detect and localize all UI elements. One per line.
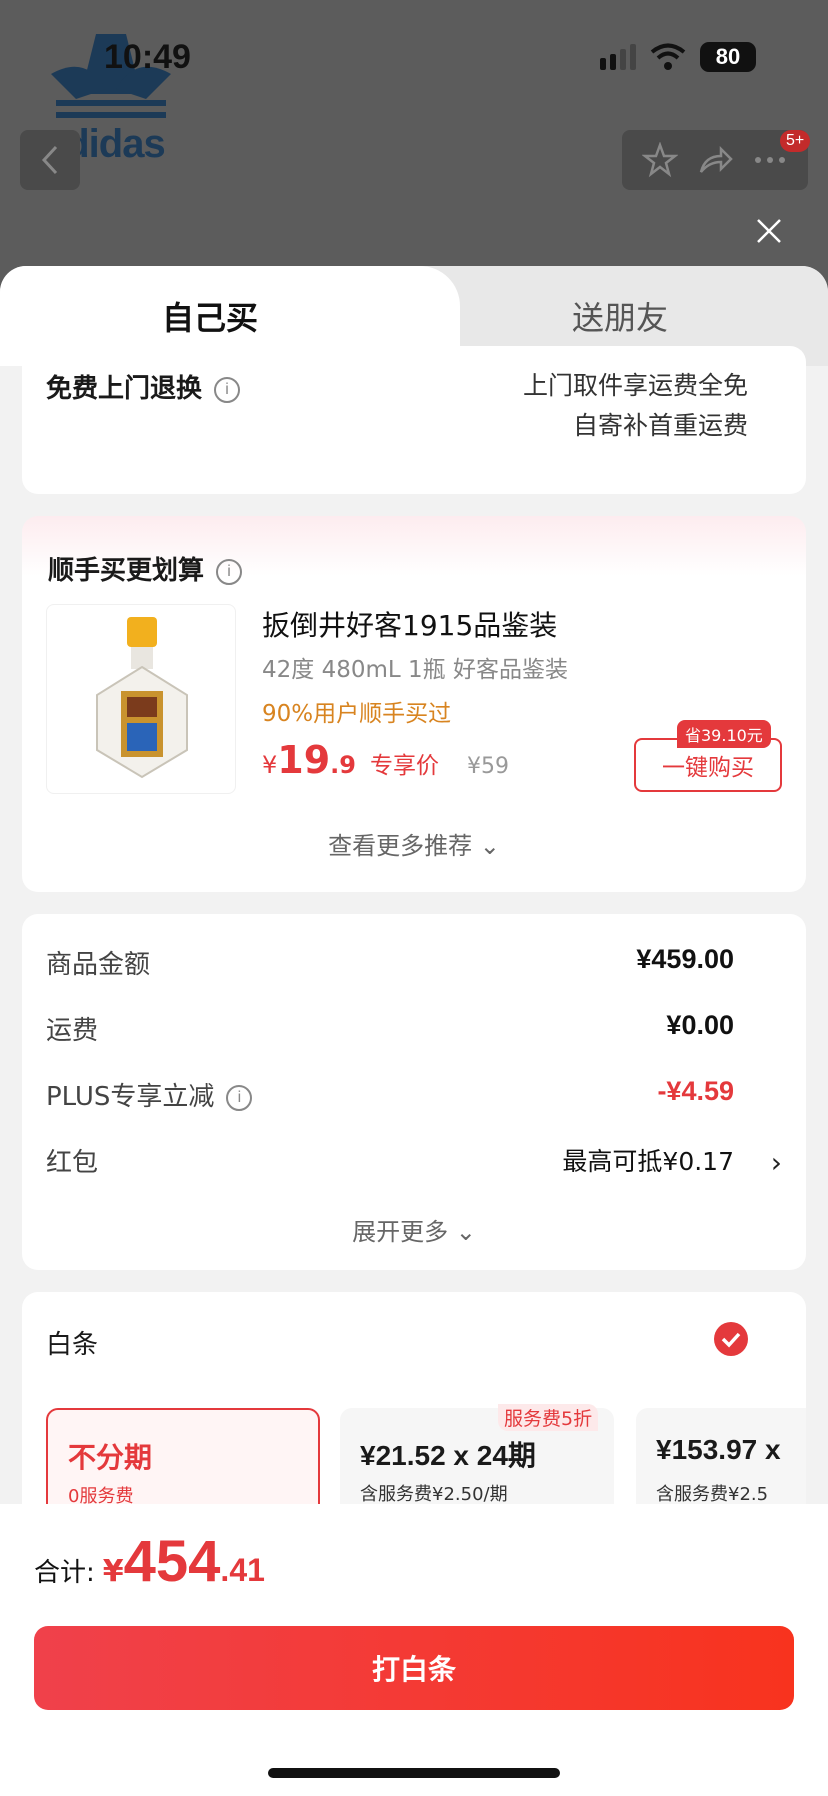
product-image[interactable] — [46, 604, 236, 794]
summary-value: 最高可抵¥0.17 — [562, 1147, 734, 1176]
product-spec: 42度 480mL 1瓶 好客品鉴装 — [262, 657, 568, 683]
chevron-left-icon — [41, 145, 58, 175]
home-indicator — [268, 1768, 560, 1778]
signal-icon — [600, 44, 636, 70]
total-label: 合计: — [34, 1558, 95, 1588]
summary-row-shipping: 运费 ¥0.00 — [46, 1010, 782, 1047]
more-recommendations-link[interactable]: 查看更多推荐 ⌄ — [22, 826, 806, 861]
pay-button[interactable]: 打白条 — [34, 1626, 794, 1710]
returns-card: 免费上门退换 i 上门取件享运费全免 自寄补首重运费 — [22, 346, 806, 494]
summary-label: 红包 — [46, 1148, 99, 1178]
info-icon[interactable]: i — [216, 558, 243, 585]
summary-label: PLUS专享立减 — [46, 1082, 215, 1112]
status-time: 10:49 — [104, 38, 191, 76]
star-icon[interactable] — [641, 142, 678, 178]
summary-label: 运费 — [46, 1016, 99, 1046]
more-recommendations-label: 查看更多推荐 — [328, 832, 473, 860]
summary-value: ¥459.00 — [636, 944, 734, 974]
summary-value: -¥4.59 — [657, 1076, 734, 1106]
summary-row-plus: PLUS专享立减 i -¥4.59 — [46, 1076, 782, 1113]
option-title: ¥153.97 x — [656, 1434, 781, 1465]
info-icon[interactable]: i — [214, 376, 241, 403]
returns-label-row: 免费上门退换 i — [46, 368, 241, 405]
returns-label: 免费上门退换 — [46, 374, 203, 404]
returns-line2: 自寄补首重运费 — [572, 411, 748, 440]
close-icon[interactable] — [754, 216, 784, 246]
wifi-icon — [650, 43, 686, 70]
liquor-bottle-icon — [96, 617, 188, 779]
battery-icon: 80 — [700, 42, 756, 72]
savings-badge: 省39.10元 — [677, 720, 771, 748]
summary-value: ¥0.00 — [666, 1010, 734, 1040]
option-title: 不分期 — [68, 1442, 153, 1473]
total-currency: ¥ — [102, 1554, 124, 1589]
option-title: ¥21.52 x 24期 — [360, 1440, 536, 1471]
back-button[interactable] — [20, 130, 80, 190]
returns-line1: 上门取件享运费全免 — [522, 371, 748, 400]
summary-row-redpacket[interactable]: 红包 最高可抵¥0.17 › — [46, 1142, 782, 1179]
notification-badge: 5+ — [780, 130, 811, 152]
status-icons: 80 — [600, 42, 756, 72]
addon-card: 顺手买更划算 i 扳倒井好客1915品鉴装 42度 480mL 1瓶 好客品鉴装 … — [22, 516, 806, 892]
total-integer: 454 — [123, 1529, 221, 1594]
option-subtitle: 含服务费¥2.50/期 — [360, 1484, 508, 1505]
checkout-footer: 合计: ¥ 454 .41 打白条 — [0, 1504, 828, 1796]
chevron-down-icon: ⌄ — [479, 832, 500, 860]
addon-title: 顺手买更划算 — [48, 556, 205, 586]
price-integer: 19 — [277, 738, 331, 782]
total-decimal: .41 — [220, 1552, 265, 1588]
product-price: ¥ 19 .9 专享价 ¥59 — [262, 738, 509, 782]
price-currency: ¥ — [262, 751, 278, 779]
option-subtitle: 含服务费¥2.5 — [656, 1484, 769, 1505]
original-price: ¥59 — [467, 754, 509, 779]
price-tag: 专享价 — [370, 753, 439, 779]
price-decimal: .9 — [330, 751, 356, 779]
summary-row-goods: 商品金额 ¥459.00 — [46, 944, 782, 981]
baitiao-title: 白条 — [46, 1330, 99, 1360]
chevron-right-icon: › — [770, 1146, 782, 1179]
expand-more-label: 展开更多 — [352, 1218, 449, 1246]
checkmark-icon — [721, 1332, 741, 1348]
discount-badge: 服务费5折 — [498, 1404, 599, 1431]
check-icon[interactable] — [714, 1322, 748, 1356]
info-icon[interactable]: i — [226, 1084, 253, 1111]
order-total: 合计: ¥ 454 .41 — [34, 1528, 265, 1595]
expand-more-link[interactable]: 展开更多 ⌄ — [22, 1212, 806, 1247]
price-summary-card: 商品金额 ¥459.00 运费 ¥0.00 PLUS专享立减 i -¥4.59 红包 最高… — [22, 914, 806, 1270]
product-popularity: 90%用户顺手买过 — [262, 701, 452, 727]
product-name[interactable]: 扳倒井好客1915品鉴装 — [262, 604, 557, 644]
addon-title-row: 顺手买更划算 i — [48, 550, 243, 587]
chevron-down-icon: ⌄ — [455, 1218, 476, 1246]
share-icon[interactable] — [697, 142, 733, 178]
summary-label: 商品金额 — [46, 950, 151, 980]
